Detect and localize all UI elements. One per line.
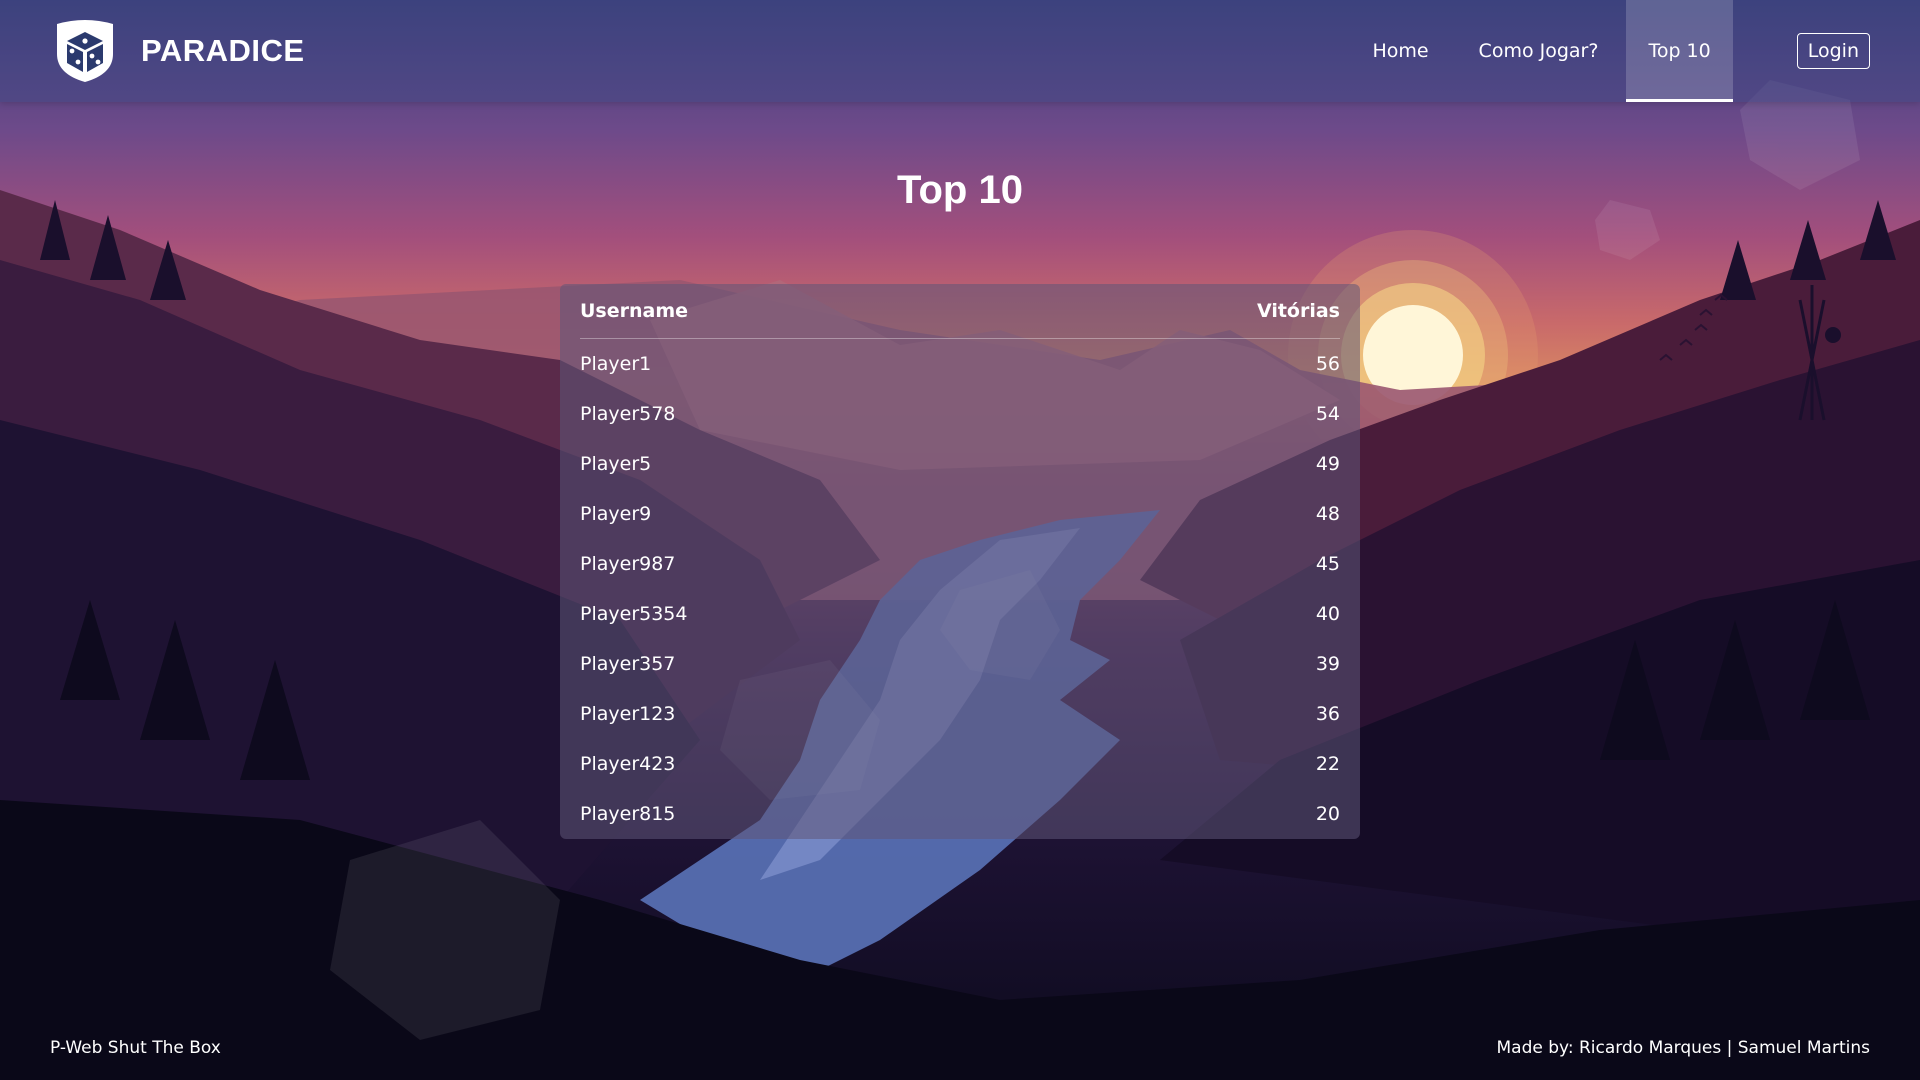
- row-username: Player578: [580, 403, 676, 425]
- row-username: Player5: [580, 453, 652, 475]
- nav-home-link[interactable]: Home: [1350, 0, 1450, 102]
- row-username: Player1: [580, 353, 652, 375]
- row-username: Player357: [580, 653, 676, 675]
- row-wins: 36: [1315, 703, 1340, 725]
- nav-como-jogar-link[interactable]: Como Jogar?: [1457, 0, 1621, 102]
- row-username: Player123: [580, 703, 676, 725]
- table-row: Player5 49: [580, 439, 1340, 489]
- row-wins: 56: [1315, 353, 1340, 375]
- table-row: Player1 56: [580, 339, 1340, 389]
- table-row: Player578 54: [580, 389, 1340, 439]
- column-wins: Vitórias: [1256, 300, 1340, 322]
- navbar: PARADICE Home Como Jogar? Top 10 Login: [0, 0, 1920, 102]
- column-username: Username: [580, 300, 689, 322]
- row-wins: 20: [1315, 803, 1340, 825]
- row-wins: 48: [1315, 503, 1340, 525]
- login-button[interactable]: Login: [1796, 33, 1870, 69]
- row-username: Player5354: [580, 603, 688, 625]
- nav-links: Home Como Jogar? Top 10 Login: [1350, 0, 1920, 102]
- table-row: Player815 20: [580, 789, 1340, 839]
- footer-project-name: P-Web Shut The Box: [50, 1038, 221, 1058]
- table-row: Player987 45: [580, 539, 1340, 589]
- table-row: Player9 48: [580, 489, 1340, 539]
- table-row: Player5354 40: [580, 589, 1340, 639]
- table-row: Player357 39: [580, 639, 1340, 689]
- leaderboard-header: Username Vitórias: [580, 284, 1340, 339]
- dice-shield-icon: [57, 20, 113, 82]
- row-wins: 22: [1315, 753, 1340, 775]
- nav-top10-link[interactable]: Top 10: [1626, 0, 1733, 102]
- footer-credits: Made by: Ricardo Marques | Samuel Martin…: [1496, 1038, 1871, 1058]
- row-username: Player815: [580, 803, 676, 825]
- table-row: Player423 22: [580, 739, 1340, 789]
- row-username: Player9: [580, 503, 652, 525]
- app-window: PARADICE Home Como Jogar? Top 10 Login T…: [0, 0, 1920, 1080]
- leaderboard-table: Username Vitórias Player1 56 Player578 5…: [560, 284, 1360, 839]
- row-wins: 40: [1315, 603, 1340, 625]
- page-title: Top 10: [897, 168, 1023, 212]
- row-username: Player987: [580, 553, 676, 575]
- row-username: Player423: [580, 753, 676, 775]
- row-wins: 54: [1315, 403, 1340, 425]
- row-wins: 49: [1315, 453, 1340, 475]
- row-wins: 45: [1315, 553, 1340, 575]
- row-wins: 39: [1315, 653, 1340, 675]
- table-row: Player123 36: [580, 689, 1340, 739]
- brand[interactable]: PARADICE: [53, 18, 305, 84]
- brand-name: PARADICE: [141, 33, 305, 68]
